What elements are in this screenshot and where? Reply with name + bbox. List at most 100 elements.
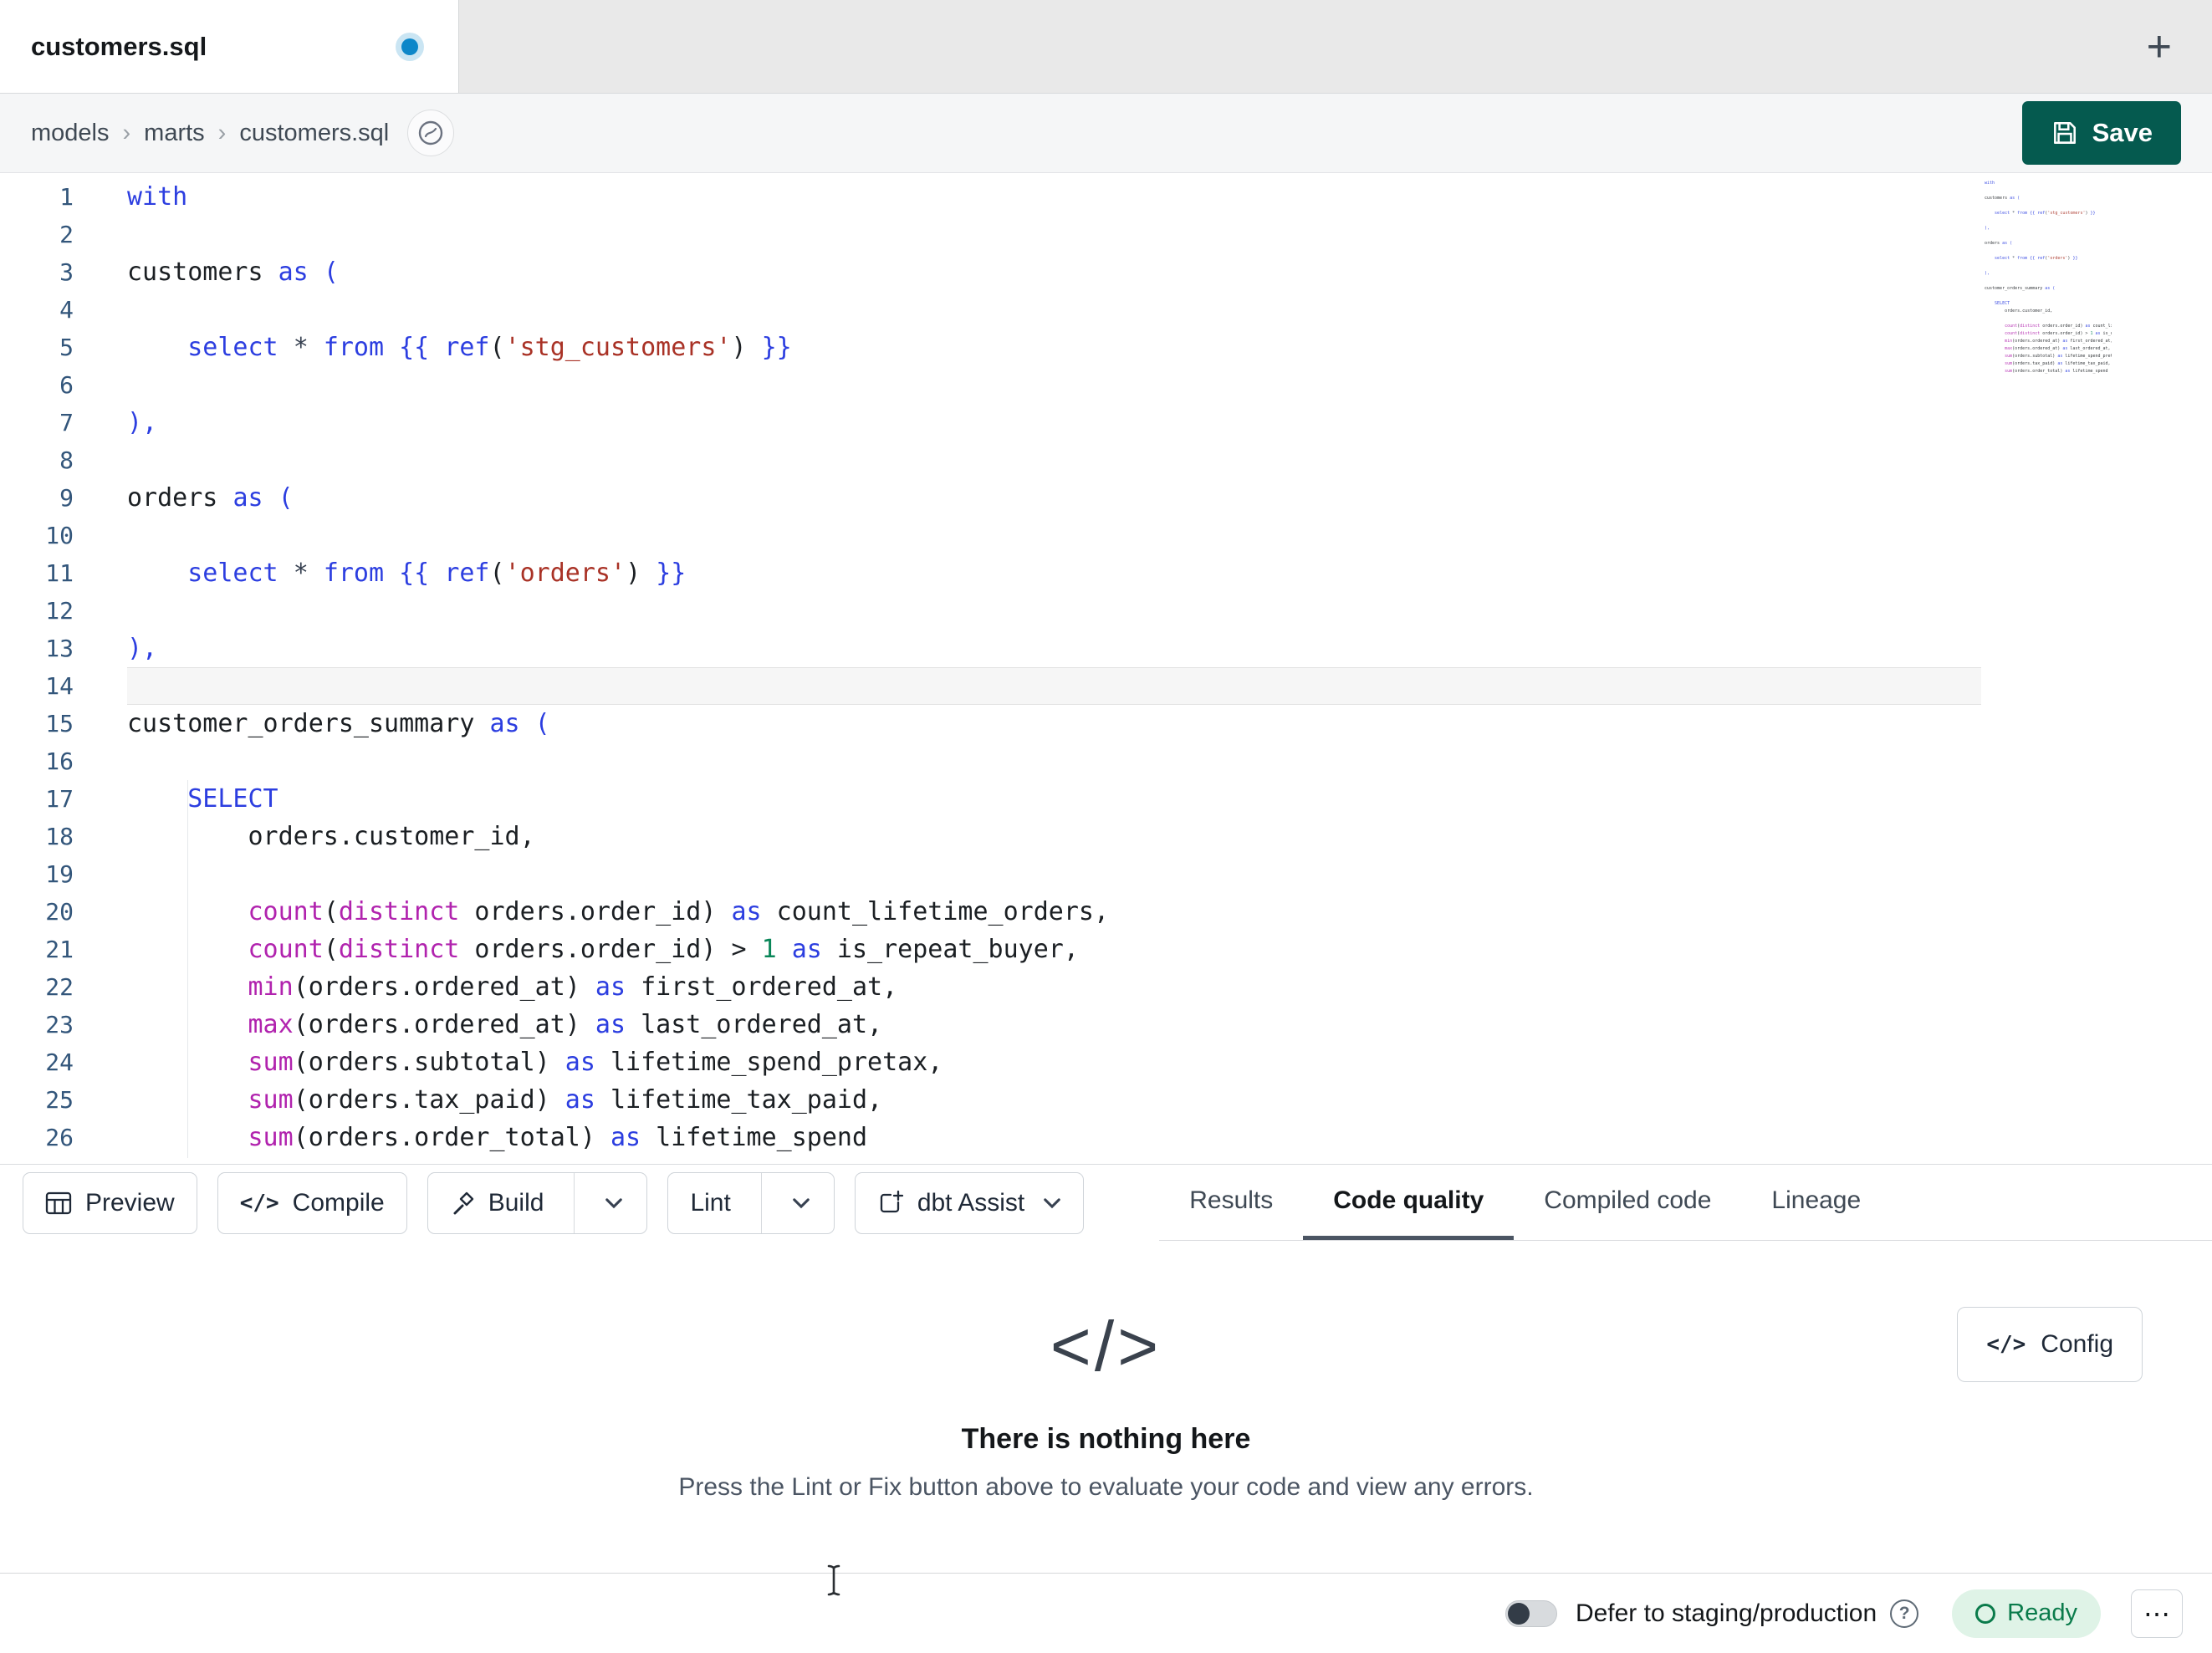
tab-results[interactable]: Results xyxy=(1159,1165,1303,1240)
build-label: Build xyxy=(488,1188,544,1217)
empty-state-code-icon: </> xyxy=(1050,1307,1162,1385)
line-number[interactable]: 5 xyxy=(0,329,127,366)
minimap-line: orders as ( xyxy=(1985,241,2013,246)
new-tab-button[interactable]: + xyxy=(2147,25,2172,69)
more-options-button[interactable]: ⋯ xyxy=(2131,1589,2183,1638)
line-number[interactable]: 14 xyxy=(0,667,127,705)
line-number[interactable]: 16 xyxy=(0,742,127,780)
line-number[interactable]: 25 xyxy=(0,1081,127,1119)
code-line[interactable]: 11 select * from {{ ref('orders') }} xyxy=(0,554,1981,592)
minimap-line: orders.customer_id, xyxy=(1985,309,2053,314)
tab-compiled-code[interactable]: Compiled code xyxy=(1514,1165,1741,1240)
code-line[interactable]: 22 min(orders.ordered_at) as first_order… xyxy=(0,968,1981,1006)
code-line[interactable]: 18 orders.customer_id, xyxy=(0,818,1981,855)
line-number[interactable]: 19 xyxy=(0,855,127,893)
breadcrumb-file[interactable]: customers.sql xyxy=(239,120,389,147)
code-line[interactable]: 8 xyxy=(0,441,1981,479)
line-number[interactable]: 23 xyxy=(0,1006,127,1043)
code-line[interactable]: 24 sum(orders.subtotal) as lifetime_spen… xyxy=(0,1043,1981,1081)
line-number[interactable]: 12 xyxy=(0,592,127,630)
line-number[interactable]: 1 xyxy=(0,178,127,216)
code-line[interactable]: 7), xyxy=(0,404,1981,441)
assist-edit-icon xyxy=(877,1190,904,1217)
code-line[interactable]: 12 xyxy=(0,592,1981,630)
defer-toggle[interactable] xyxy=(1504,1599,1557,1627)
line-number[interactable]: 9 xyxy=(0,479,127,517)
code-line[interactable]: 4 xyxy=(0,291,1981,329)
code-line[interactable]: 25 sum(orders.tax_paid) as lifetime_tax_… xyxy=(0,1081,1981,1119)
build-dropdown-toggle[interactable] xyxy=(588,1197,625,1209)
code-line[interactable]: 10 xyxy=(0,517,1981,554)
tab-code-quality[interactable]: Code quality xyxy=(1303,1165,1515,1240)
line-number[interactable]: 15 xyxy=(0,705,127,742)
minimap[interactable]: with customers as ( select * from {{ ref(… xyxy=(1985,180,2112,375)
file-status-button[interactable] xyxy=(407,110,455,156)
code-line[interactable]: 26 sum(orders.order_total) as lifetime_s… xyxy=(0,1119,1981,1156)
minimap-line: min(orders.ordered_at) as first_ordered_… xyxy=(2005,339,2112,344)
save-button[interactable]: Save xyxy=(2021,101,2181,165)
code-line[interactable]: 13), xyxy=(0,630,1981,667)
code-quality-panel: </> There is nothing here Press the Lint… xyxy=(0,1241,2212,1573)
code-line[interactable]: 21 count(distinct orders.order_id) > 1 a… xyxy=(0,931,1981,968)
ready-circle-icon xyxy=(1975,1603,1996,1624)
line-number[interactable]: 22 xyxy=(0,968,127,1006)
minimap-line: SELECT xyxy=(1995,301,2010,306)
empty-state-subtitle: Press the Lint or Fix button above to ev… xyxy=(678,1473,1534,1501)
line-number[interactable]: 18 xyxy=(0,818,127,855)
minimap-line: count(distinct orders.order_id) > 1 as i… xyxy=(2005,331,2112,336)
build-button[interactable]: Build xyxy=(427,1171,648,1234)
code-line[interactable]: 19 xyxy=(0,855,1981,893)
code-line[interactable]: 2 xyxy=(0,216,1981,253)
compile-button[interactable]: </> Compile xyxy=(217,1171,407,1234)
code-line[interactable]: 1 with xyxy=(0,178,1981,216)
breadcrumb-models[interactable]: models xyxy=(31,120,110,147)
line-number[interactable]: 26 xyxy=(0,1119,127,1156)
table-icon xyxy=(45,1191,72,1215)
line-number[interactable]: 20 xyxy=(0,893,127,931)
line-number[interactable]: 17 xyxy=(0,780,127,818)
line-number[interactable]: 3 xyxy=(0,253,127,291)
code-line[interactable]: 23 max(orders.ordered_at) as last_ordere… xyxy=(0,1006,1981,1043)
code-line[interactable]: 6 xyxy=(0,366,1981,404)
line-number[interactable]: 2 xyxy=(0,216,127,253)
file-tab-customers-sql[interactable]: customers.sql xyxy=(0,0,459,93)
tab-lineage[interactable]: Lineage xyxy=(1741,1165,1891,1240)
minimap-line: ), xyxy=(1985,271,1990,276)
lint-dropdown-toggle[interactable] xyxy=(775,1197,812,1209)
preview-button[interactable]: Preview xyxy=(23,1171,197,1234)
line-number[interactable]: 11 xyxy=(0,554,127,592)
minimap-line xyxy=(1985,263,2112,270)
toggle-knob xyxy=(1507,1602,1530,1625)
code-line[interactable]: 5 select * from {{ ref('stg_customers') … xyxy=(0,329,1981,366)
config-button[interactable]: </> Config xyxy=(1957,1307,2143,1382)
minimap-line: max(orders.ordered_at) as last_ordered_a… xyxy=(2005,346,2111,351)
line-number[interactable]: 6 xyxy=(0,366,127,404)
line-number[interactable]: 4 xyxy=(0,291,127,329)
minimap-line xyxy=(1985,293,2112,300)
minimap-line: ), xyxy=(1985,226,1990,231)
lint-button[interactable]: Lint xyxy=(667,1171,835,1234)
code-line[interactable]: 17 SELECT xyxy=(0,780,1981,818)
help-icon[interactable]: ? xyxy=(1890,1599,1919,1628)
code-line[interactable]: 14 xyxy=(0,667,1981,705)
dbt-assist-button[interactable]: dbt Assist xyxy=(854,1171,1085,1234)
result-tabs: Results Code quality Compiled code Linea… xyxy=(1159,1165,2212,1241)
line-number[interactable]: 10 xyxy=(0,517,127,554)
defer-label: Defer to staging/production xyxy=(1575,1599,1877,1627)
line-number[interactable]: 7 xyxy=(0,404,127,441)
status-badge[interactable]: Ready xyxy=(1952,1589,2101,1638)
line-number[interactable]: 13 xyxy=(0,630,127,667)
code-line[interactable]: 20 count(distinct orders.order_id) as co… xyxy=(0,893,1981,931)
line-number[interactable]: 8 xyxy=(0,441,127,479)
line-number[interactable]: 21 xyxy=(0,931,127,968)
code-line[interactable]: 16 xyxy=(0,742,1981,780)
minimap-line xyxy=(1985,232,2112,240)
code-line[interactable]: 15 customer_orders_summary as ( xyxy=(0,705,1981,742)
code-line[interactable]: 3 customers as ( xyxy=(0,253,1981,291)
breadcrumb-marts[interactable]: marts xyxy=(144,120,205,147)
code-editor[interactable]: 1 with 2 3 customers as (4 5 select * from {{… xyxy=(0,173,2212,1164)
minimap-line: select * from {{ ref('stg_customers') }} xyxy=(1995,211,2096,216)
tab-bar: customers.sql + xyxy=(0,0,2212,94)
code-line[interactable]: 9 orders as ( xyxy=(0,479,1981,517)
line-number[interactable]: 24 xyxy=(0,1043,127,1081)
